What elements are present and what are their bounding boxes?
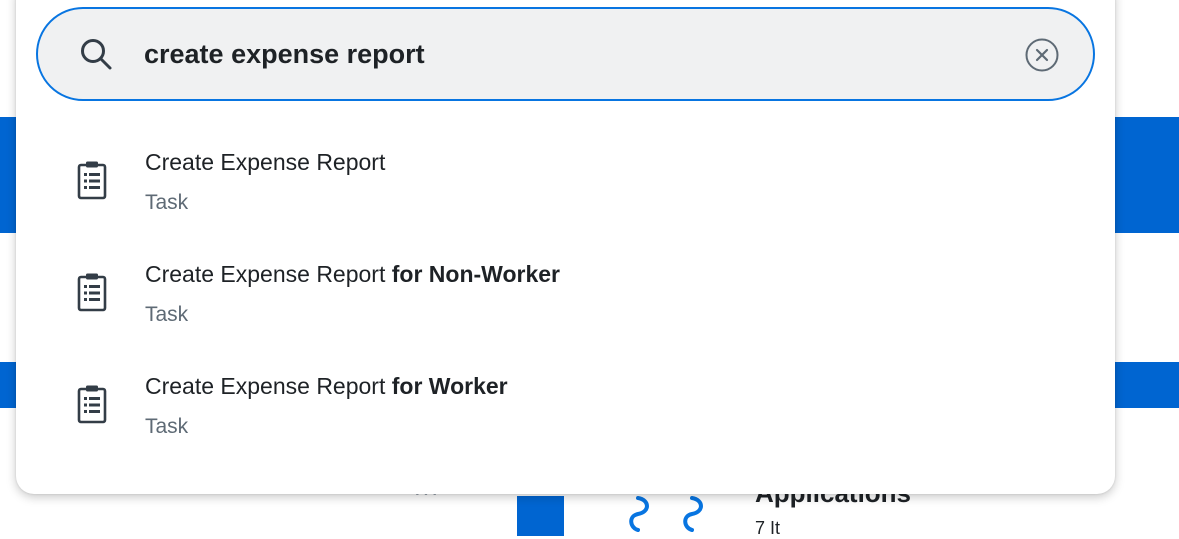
search-result-item[interactable]: Create Expense Report Task (16, 127, 1115, 239)
result-title-match: Create Expense Report (145, 373, 386, 399)
background-bar-right (1110, 362, 1179, 408)
app-tile-icon (517, 496, 564, 536)
clipboard-icon (77, 161, 107, 200)
result-title: Create Expense Report for Non-Worker (145, 261, 560, 288)
result-title-match: Create Expense Report (145, 261, 386, 287)
clipboard-icon (77, 385, 107, 424)
search-result-item[interactable]: Create Expense Report for Non-Worker Tas… (16, 239, 1115, 351)
background-banner-right (1110, 117, 1179, 233)
search-bar[interactable] (36, 7, 1095, 101)
applications-icon (629, 496, 703, 532)
search-results-list: Create Expense Report Task Create Expens… (16, 127, 1115, 463)
result-type: Task (145, 191, 189, 214)
result-title: Create Expense Report for Worker (145, 373, 508, 400)
result-title-match: Create Expense Report (145, 149, 386, 175)
search-icon (81, 39, 112, 70)
applications-count: 7 It (755, 518, 781, 538)
result-type: Task (145, 415, 189, 438)
result-title: Create Expense Report (145, 149, 385, 176)
search-input[interactable] (144, 33, 1004, 75)
search-result-item[interactable]: Create Expense Report for Worker Task (16, 351, 1115, 463)
result-title-rest: for Worker (385, 373, 508, 399)
close-circle-icon[interactable] (1023, 36, 1061, 74)
result-title-rest: for Non-Worker (385, 261, 560, 287)
result-type: Task (145, 303, 189, 326)
clipboard-icon (77, 273, 107, 312)
